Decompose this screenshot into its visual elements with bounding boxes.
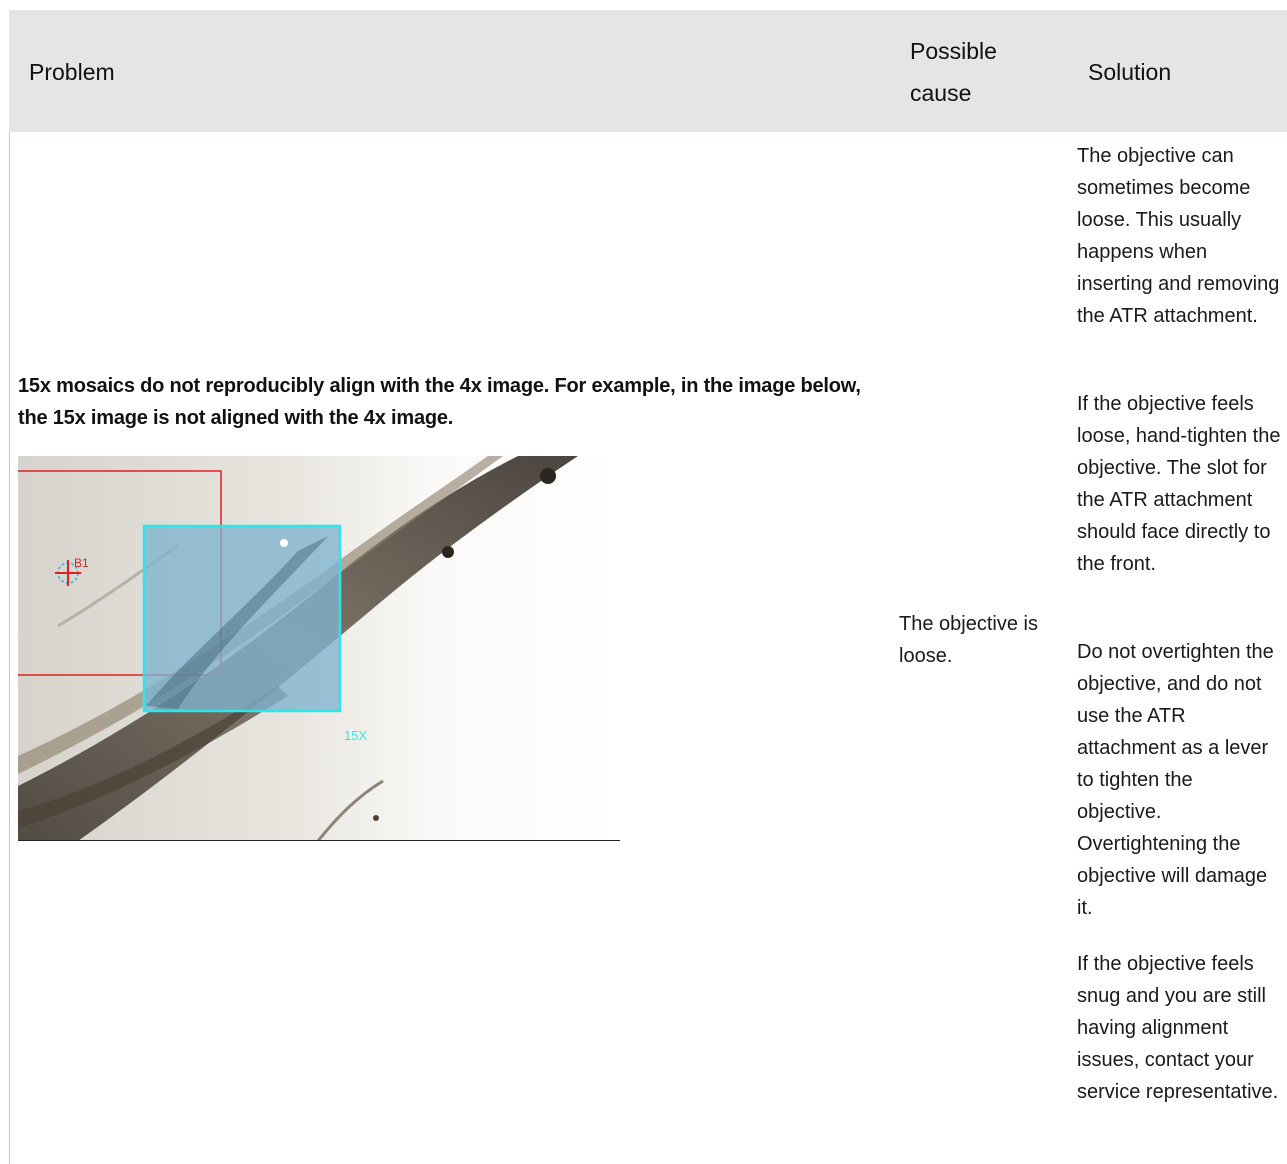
- figure-bottom-rule: [18, 840, 620, 841]
- marker-label: B1: [74, 556, 89, 570]
- solution-paragraph-3: Do not overtighten the objective, and do…: [1077, 641, 1274, 919]
- header-solution: Solution: [1088, 59, 1172, 85]
- top-margin: [0, 0, 1287, 10]
- particle: [373, 815, 379, 821]
- solution-paragraph-1: The objective can sometimes become loose…: [1077, 145, 1280, 327]
- table-header-row: Problem Possible cause Solution: [9, 10, 1287, 132]
- microscope-image-svg: B1 15X: [18, 456, 620, 841]
- particle: [442, 546, 454, 558]
- solution-paragraph-2: If the objective feels loose, hand-tight…: [1077, 393, 1281, 575]
- misaligned-mosaic-image: B1 15X: [18, 456, 620, 841]
- header-problem: Problem: [29, 59, 115, 85]
- possible-cause-text: The objective is loose.: [899, 613, 1038, 667]
- solution-paragraph-4: If the objective feels snug and you are …: [1077, 953, 1279, 1103]
- overlay-particle: [280, 539, 288, 547]
- header-possible-cause: Possible cause: [910, 38, 997, 106]
- overlay-label: 15X: [344, 728, 367, 743]
- particle: [540, 468, 556, 484]
- problem-description: 15x mosaics do not reproducibly align wi…: [18, 375, 861, 429]
